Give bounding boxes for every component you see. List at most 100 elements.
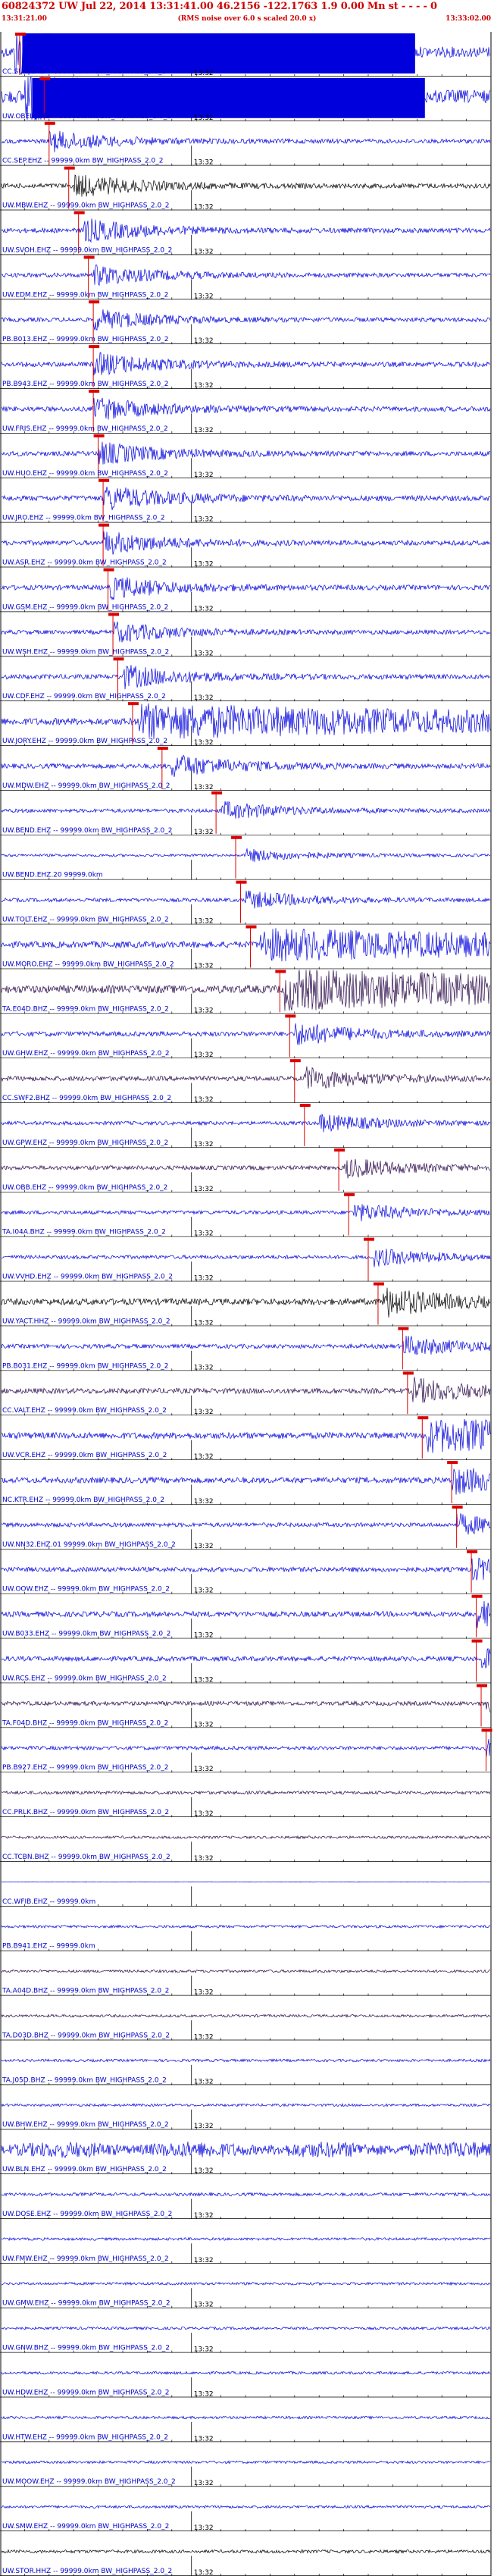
minute-label: 13:32: [194, 2346, 214, 2354]
minute-label: 13:32: [194, 2524, 214, 2532]
trace-label: CC.WFIB.EHZ -- 99999.0km: [2, 1898, 95, 1906]
pick-marker: [211, 791, 223, 794]
trace-label: UW.JRO.EHZ -- 99999.0km BW_HIGHPASS_2.0_…: [2, 515, 165, 522]
trace-label: UW.JORY.EHZ -- 99999.0km BW_HIGHPASS_2.0…: [2, 738, 167, 745]
waveform: [1, 487, 491, 510]
waveform: [1, 665, 491, 690]
minute-label: 13:32: [194, 1141, 214, 1149]
waveform: [1, 531, 491, 555]
trace-label: UW.GSM.EHZ -- 99999.0km BW_HIGHPASS_2.0_…: [2, 603, 168, 611]
trace-label: UW.GHW.EHZ -- 99999.0km BW_HIGHPASS_2.0_…: [2, 1050, 170, 1058]
waveform: [1, 130, 491, 152]
pick-marker: [231, 835, 242, 839]
waveform: [1, 1790, 491, 1795]
pick-marker: [417, 1416, 429, 1420]
trace-label: UW.OBB.EHZ -- 99999.0km BW_HIGHPASS_2.0_…: [2, 1184, 167, 1192]
minute-label: 13:32: [194, 1543, 214, 1550]
pick-marker: [157, 747, 168, 751]
trace-label: UW.HTW.EHZ -- 99999.0km BW_HIGHPASS_2.0_…: [2, 2433, 168, 2441]
trace-label: UW.OOW.EHZ -- 99999.0km BW_HIGHPASS_2.0_…: [2, 1586, 170, 1594]
minute-label: 13:32: [194, 2435, 214, 2443]
pick-marker: [471, 1639, 483, 1643]
pick-marker: [398, 1327, 409, 1330]
minute-label: 13:32: [194, 472, 214, 479]
waveform: [1, 801, 491, 819]
minute-label: 13:32: [194, 382, 214, 390]
waveform: [1, 1114, 491, 1133]
minute-label: 13:32: [194, 1051, 214, 1059]
trace-label: UW.B033.EHZ -- 99999.0km BW_HIGHPASS_2.0…: [2, 1631, 170, 1638]
waveform: [1, 1335, 491, 1355]
trace-label: UW.RCS.EHZ -- 99999.0km BW_HIGHPASS_2.0_…: [2, 1675, 167, 1682]
minute-label: 13:32: [194, 1096, 214, 1104]
trace-label: UW.TOLT.EHZ -- 99999.0km BW_HIGHPASS_2.0…: [2, 917, 169, 924]
waveform: [1, 2549, 491, 2554]
pick-marker: [275, 970, 286, 973]
pick-marker: [108, 613, 120, 616]
pick-marker: [14, 33, 26, 36]
waveform: [1, 2058, 491, 2063]
minute-label: 13:32: [194, 2390, 214, 2398]
trace-label: TA.A04D.BHZ -- 99999.0km BW_HIGHPASS_2.0…: [2, 1988, 169, 1995]
waveform: [1, 928, 491, 962]
minute-label: 13:32: [194, 694, 214, 702]
minute-label: 13:32: [194, 114, 214, 122]
waveform: [1, 1204, 491, 1222]
trace-label: CC.SUG.EHZ -- 99999.0km BW_HIGHPASS_2.0_…: [2, 68, 166, 76]
minute-label: 13:32: [194, 1587, 214, 1595]
minute-label: 13:32: [194, 1275, 214, 1283]
trace-label: PB.B927.EHZ -- 99999.0km BW_HIGHPASS_2.0…: [2, 1764, 168, 1772]
trace-label: UW.VCR.EHZ -- 99999.0km BW_HIGHPASS_2.0_…: [2, 1452, 167, 1459]
pick-marker: [98, 478, 110, 482]
trace-label: NC.KTR.EHZ -- 99999.0km BW_HIGHPASS_2.0_…: [2, 1496, 164, 1504]
waveform: [1, 1249, 491, 1268]
trace-label: PB.B943.EHZ -- 99999.0km BW_HIGHPASS_2.0…: [2, 381, 168, 388]
waveform: [1, 1287, 491, 1318]
pick-marker: [64, 166, 75, 170]
trace-label: UW.GPW.EHZ -- 99999.0km BW_HIGHPASS_2.0_…: [2, 1139, 168, 1147]
trace-label: CC.PRLK.BHZ -- 99999.0km BW_HIGHPASS_2.0…: [2, 1809, 169, 1816]
trace-label: UW.BHW.EHZ -- 99999.0km BW_HIGHPASS_2.0_…: [2, 2121, 169, 2129]
minute-label: 13:32: [194, 248, 214, 255]
pick-marker: [299, 1104, 311, 1108]
pick-marker: [344, 1192, 355, 1196]
trace-label: UW.BEND.EHZ.20 99999.0km: [2, 872, 103, 879]
pick-marker: [127, 702, 139, 706]
pick-marker: [93, 434, 105, 437]
trace-label: PB.B941.EHZ -- 99999.0km: [2, 1943, 95, 1951]
trace-label: UW.ASR.EHZ -- 99999.0km BW_HIGHPASS_2.0_…: [2, 559, 167, 567]
waveform: [1, 1557, 491, 1581]
minute-label: 13:32: [194, 1810, 214, 1818]
waveform: [1, 2236, 491, 2242]
minute-label: 13:32: [194, 1498, 214, 1506]
pick-marker: [89, 390, 100, 393]
pick-marker: [89, 300, 100, 304]
minute-label: 13:32: [194, 159, 214, 167]
waveform: [1, 2415, 491, 2420]
waveform: [1, 1835, 491, 1840]
pick-marker: [236, 880, 247, 884]
trace-label: CC.TCBN.BHZ -- 99999.0km BW_HIGHPASS_2.0…: [2, 1854, 170, 1861]
pick-marker: [481, 1728, 492, 1732]
minute-label: 13:32: [194, 605, 214, 613]
trace-label: UW.GMW.EHZ -- 99999.0km BW_HIGHPASS_2.0_…: [2, 2300, 170, 2308]
waveform: [1, 1738, 491, 1757]
pick-marker: [452, 1505, 463, 1509]
waveform: [1, 352, 491, 376]
trace-label: UW.FRIS.EHZ -- 99999.0km BW_HIGHPASS_2.0…: [2, 425, 168, 433]
waveform: [1, 2505, 491, 2509]
waveform: [1, 848, 491, 862]
minute-label: 13:32: [194, 70, 214, 77]
pick-marker: [98, 523, 110, 527]
waveform: [1, 2013, 491, 2018]
trace-label: UW.MDW.EHZ -- 99999.0km BW_HIGHPASS_2.0_…: [2, 782, 170, 790]
pick-marker: [373, 1282, 384, 1286]
minute-label: 13:32: [194, 1676, 214, 1684]
waveform: [1, 2326, 491, 2331]
pick-marker: [44, 121, 55, 125]
minute-label: 13:32: [194, 2033, 214, 2041]
pick-marker: [83, 255, 95, 259]
waveform: [1, 1647, 491, 1669]
waveform: [1, 1023, 491, 1045]
minute-label: 13:32: [194, 1007, 214, 1014]
